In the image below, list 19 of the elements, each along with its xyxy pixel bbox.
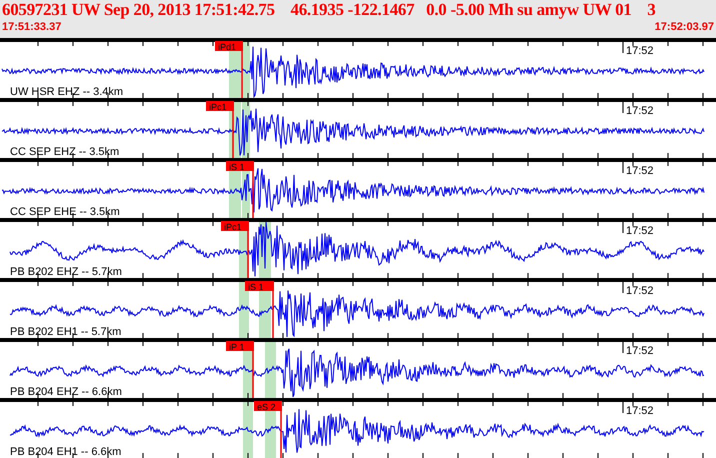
time-window-band <box>243 401 253 458</box>
start-time: 17:51:33.37 <box>2 20 62 34</box>
station-label: CC SEP EHE -- 3.5km <box>10 206 120 218</box>
time-label: 17:52 <box>626 345 654 357</box>
time-label: 17:52 <box>626 285 654 297</box>
station-label: CC SEP EHZ -- 3.5km <box>10 146 120 158</box>
station-label: PB B204 EHZ -- 6.6km <box>10 386 122 398</box>
end-time: 17:52:03.97 <box>654 20 714 34</box>
time-label: 17:52 <box>626 45 654 57</box>
station-label: PB B202 EHZ -- 5.7km <box>10 266 122 278</box>
station-label: PB B202 EH1 -- 5.7km <box>10 326 122 338</box>
station-label: PB B204 EH1 -- 6.6km <box>10 446 122 458</box>
time-label: 17:52 <box>626 165 654 177</box>
event-title: 60597231 UW Sep 20, 2013 17:51:42.75 46.1935 -122.1467 0.0 -5.00 Mh su amyw UW 01 3 <box>2 0 656 20</box>
time-window-band <box>265 341 276 398</box>
time-label: 17:52 <box>626 105 654 117</box>
time-label: 17:52 <box>626 405 654 417</box>
time-label: 17:52 <box>626 225 654 237</box>
station-label: UW HSR EHZ -- 3.4km <box>10 86 124 98</box>
